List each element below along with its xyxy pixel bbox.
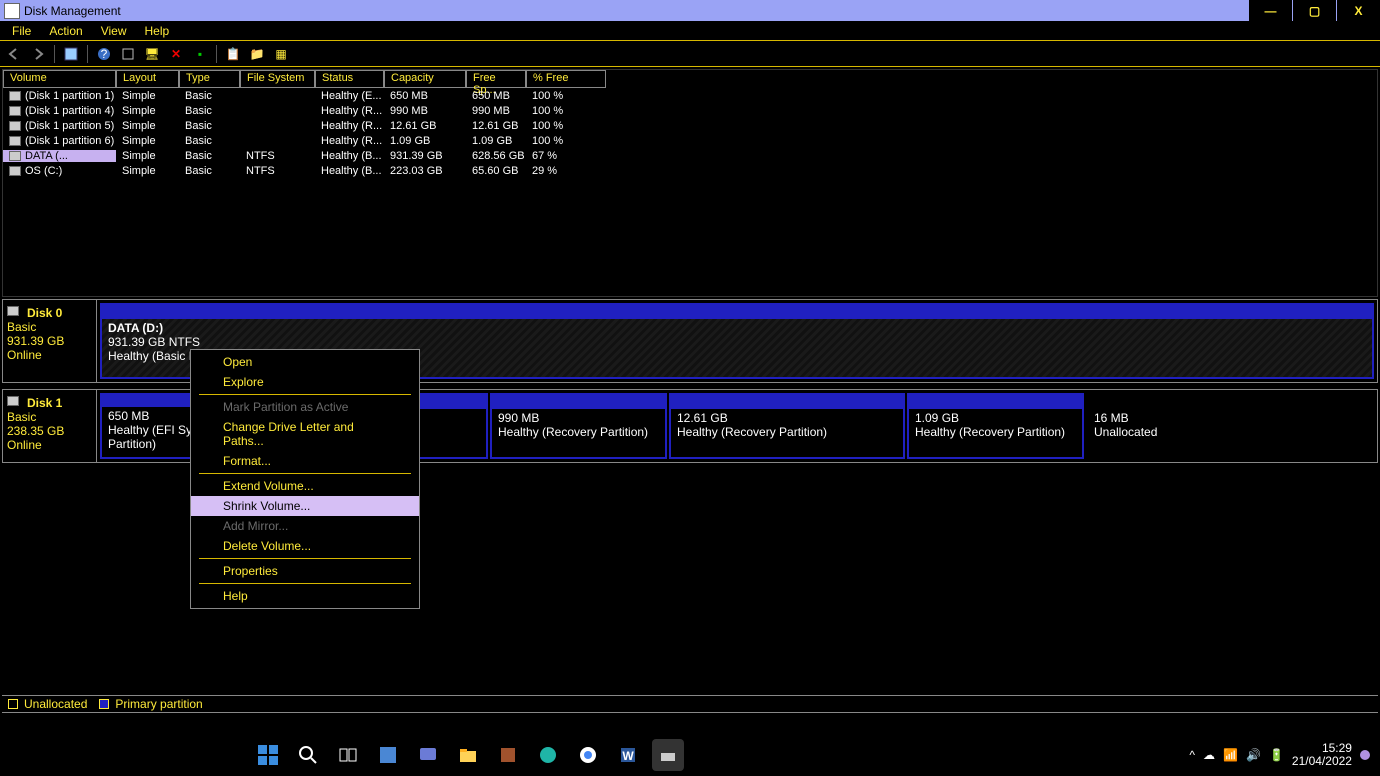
- delete-icon[interactable]: ✕: [166, 44, 186, 64]
- tray-clock[interactable]: 15:29 21/04/2022: [1292, 742, 1352, 768]
- column-file-system[interactable]: File System: [240, 70, 315, 88]
- menu-item-explore[interactable]: Explore: [191, 372, 419, 392]
- toolbar: ? 🖥 ✕ ▪ 📋 📁 ▦: [0, 41, 1380, 67]
- column-status[interactable]: Status: [315, 70, 384, 88]
- taskbar: W ^ ☁ 📶 🔊 🔋 15:29 21/04/2022: [0, 734, 1380, 776]
- partition-block[interactable]: 990 MBHealthy (Recovery Partition): [490, 393, 667, 459]
- menu-view[interactable]: View: [93, 23, 135, 39]
- column-type[interactable]: Type: [179, 70, 240, 88]
- volume-list: VolumeLayoutTypeFile SystemStatusCapacit…: [2, 69, 1378, 297]
- tray-notifications-icon[interactable]: [1360, 750, 1370, 760]
- svg-text:W: W: [623, 749, 635, 763]
- search-icon[interactable]: [292, 739, 324, 771]
- back-button[interactable]: [4, 44, 24, 64]
- volume-row[interactable]: (Disk 1 partition 1)SimpleBasicHealthy (…: [3, 88, 1377, 103]
- volume-row[interactable]: (Disk 1 partition 6)SimpleBasicHealthy (…: [3, 133, 1377, 148]
- menu-item-change-drive-letter-and-paths[interactable]: Change Drive Letter and Paths...: [191, 417, 419, 451]
- menu-item-extend-volume[interactable]: Extend Volume...: [191, 476, 419, 496]
- chrome-icon[interactable]: [572, 739, 604, 771]
- help-icon[interactable]: ?: [94, 44, 114, 64]
- disk-info: Disk 1Basic238.35 GBOnline: [3, 390, 97, 462]
- legend-primary-swatch: [99, 699, 109, 709]
- menu-item-mark-partition-as-active: Mark Partition as Active: [191, 397, 419, 417]
- maximize-button[interactable]: ▢: [1292, 0, 1336, 21]
- chat-icon[interactable]: [412, 739, 444, 771]
- menu-item-shrink-volume[interactable]: Shrink Volume...: [191, 496, 419, 516]
- check-icon[interactable]: ▪: [190, 44, 210, 64]
- title-bar: Disk Management — ▢ X: [0, 0, 1380, 21]
- task-view-icon[interactable]: [332, 739, 364, 771]
- explorer-icon[interactable]: [452, 739, 484, 771]
- volume-row[interactable]: (Disk 1 partition 4)SimpleBasicHealthy (…: [3, 103, 1377, 118]
- window-title: Disk Management: [24, 4, 121, 18]
- partition-block[interactable]: 12.61 GBHealthy (Recovery Partition): [669, 393, 905, 459]
- tray-volume-icon[interactable]: 🔊: [1246, 748, 1261, 762]
- settings-icon[interactable]: 🖥: [142, 44, 162, 64]
- tray-onedrive-icon[interactable]: ☁: [1203, 748, 1215, 762]
- menu-item-delete-volume[interactable]: Delete Volume...: [191, 536, 419, 556]
- widgets-icon[interactable]: [372, 739, 404, 771]
- menu-bar: File Action View Help: [0, 21, 1380, 41]
- app-icon: [4, 3, 20, 19]
- tray-wifi-icon[interactable]: 📶: [1223, 748, 1238, 762]
- edge-icon[interactable]: [532, 739, 564, 771]
- column--free[interactable]: % Free: [526, 70, 606, 88]
- column-free-sp-[interactable]: Free Sp...: [466, 70, 526, 88]
- svg-text:?: ?: [101, 47, 108, 61]
- menu-item-add-mirror: Add Mirror...: [191, 516, 419, 536]
- menu-item-open[interactable]: Open: [191, 352, 419, 372]
- app-icon-1[interactable]: [492, 739, 524, 771]
- disk-info: Disk 0Basic931.39 GBOnline: [3, 300, 97, 382]
- list-icon[interactable]: ▦: [271, 44, 291, 64]
- context-menu: OpenExplore Mark Partition as ActiveChang…: [190, 349, 420, 609]
- legend-bar: Unallocated Primary partition: [2, 695, 1378, 713]
- menu-file[interactable]: File: [4, 23, 39, 39]
- forward-button[interactable]: [28, 44, 48, 64]
- console-tree-icon[interactable]: [61, 44, 81, 64]
- folder-icon[interactable]: 📁: [247, 44, 267, 64]
- menu-item-help[interactable]: Help: [191, 586, 419, 606]
- properties-icon[interactable]: 📋: [223, 44, 243, 64]
- menu-item-format[interactable]: Format...: [191, 451, 419, 471]
- refresh-icon[interactable]: [118, 44, 138, 64]
- word-icon[interactable]: W: [612, 739, 644, 771]
- menu-item-properties[interactable]: Properties: [191, 561, 419, 581]
- column-layout[interactable]: Layout: [116, 70, 179, 88]
- volume-row[interactable]: (Disk 1 partition 5)SimpleBasicHealthy (…: [3, 118, 1377, 133]
- legend-unallocated: Unallocated: [24, 697, 87, 711]
- menu-action[interactable]: Action: [41, 23, 90, 39]
- partition-block[interactable]: 1.09 GBHealthy (Recovery Partition): [907, 393, 1084, 459]
- legend-primary: Primary partition: [115, 697, 202, 711]
- column-volume[interactable]: Volume: [3, 70, 116, 88]
- diskmgmt-taskbar-icon[interactable]: [652, 739, 684, 771]
- tray-chevron-icon[interactable]: ^: [1189, 748, 1195, 762]
- column-capacity[interactable]: Capacity: [384, 70, 466, 88]
- partition-unallocated[interactable]: 16 MBUnallocated: [1086, 393, 1158, 459]
- start-button[interactable]: [252, 739, 284, 771]
- close-button[interactable]: X: [1336, 0, 1380, 21]
- minimize-button[interactable]: —: [1248, 0, 1292, 21]
- tray-battery-icon[interactable]: 🔋: [1269, 748, 1284, 762]
- volume-row[interactable]: OS (C:)SimpleBasicNTFSHealthy (B...223.0…: [3, 163, 1377, 178]
- legend-unalloc-swatch: [8, 699, 18, 709]
- menu-help[interactable]: Help: [137, 23, 178, 39]
- volume-row[interactable]: DATA (...SimpleBasicNTFSHealthy (B...931…: [3, 148, 1377, 163]
